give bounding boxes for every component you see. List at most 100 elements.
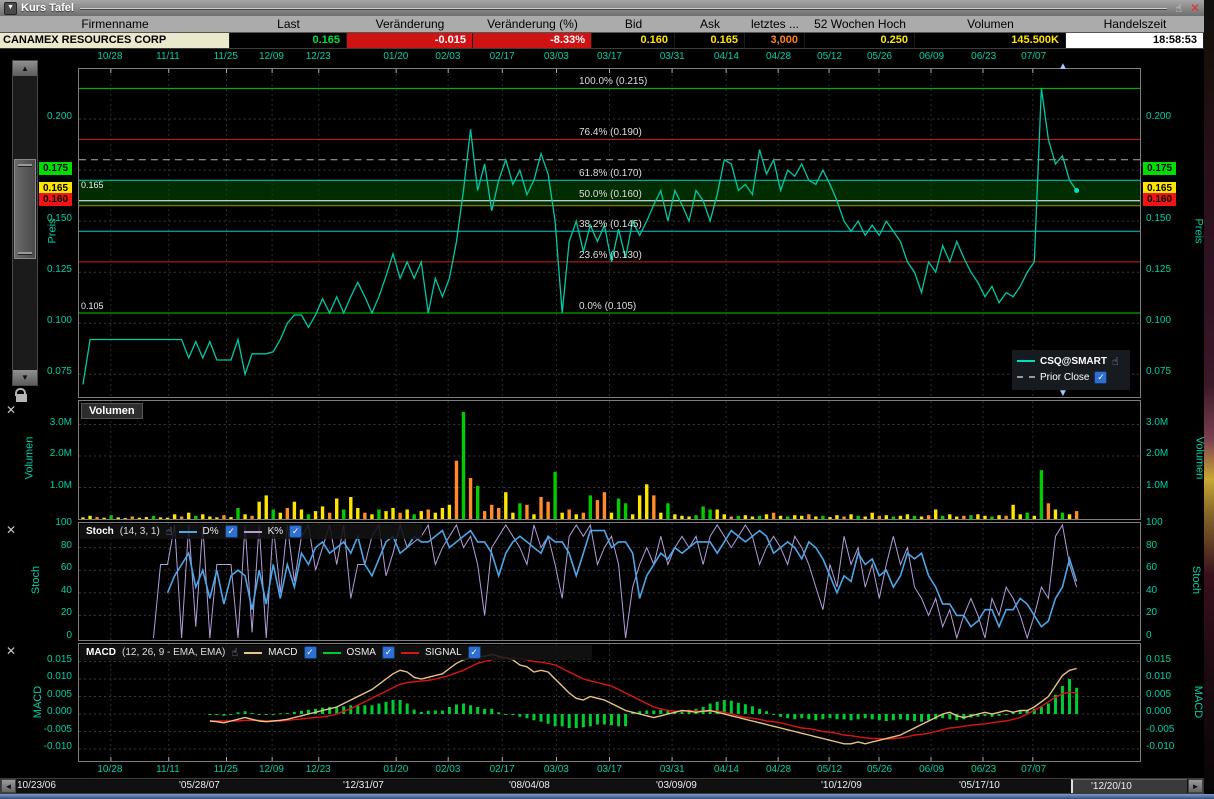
k-line-swatch: [244, 531, 262, 533]
macd-panel-close-icon[interactable]: ✕: [6, 644, 16, 658]
bottom-date-tick: 12/23: [298, 764, 338, 775]
signal-label: SIGNAL: [425, 647, 462, 658]
window-titlebar[interactable]: ▼ Kurs Tafel ☝ ✕: [0, 0, 1204, 16]
price-series-svg: [79, 69, 1140, 397]
stoch-tick-left: 20: [44, 607, 72, 619]
timeline-left-icon[interactable]: ◄: [1, 779, 16, 793]
macd-tick-left: 0.005: [30, 689, 72, 701]
stoch-panel-header: Stoch (14, 3, 1) ☝ D% ✓ K% ✓: [80, 524, 422, 539]
thumb-grip: [18, 164, 32, 166]
d-line-swatch: [179, 531, 197, 533]
value-chgpct: -8.33%: [473, 33, 592, 48]
stoch-params: (14, 3, 1): [120, 526, 160, 537]
top-date-tick: 11/25: [206, 51, 246, 62]
timeline-scrollbar[interactable]: ◄ '12/20/10 ► 10/23/06'05/28/07'12/31/07…: [0, 778, 1204, 794]
fib-level-label: 50.0% (0.160): [579, 189, 642, 200]
prior-close-swatch: [1017, 376, 1035, 378]
value-vol: 145.500K: [915, 33, 1066, 48]
stoch-tick-left: 40: [44, 585, 72, 597]
price-vertical-scrollbar[interactable]: ▲ ▼: [12, 60, 38, 386]
pan-up-icon[interactable]: ▲: [1058, 62, 1068, 72]
price-tick-left: 0.075: [38, 366, 72, 378]
scroll-down-icon[interactable]: ▼: [13, 370, 37, 385]
header-chgpct[interactable]: Veränderung (%): [473, 16, 592, 32]
stoch-tick-left: 60: [44, 562, 72, 574]
header-bid[interactable]: Bid: [592, 16, 675, 32]
macd-axis-name-right: MACD: [1192, 686, 1204, 718]
bottom-date-tick: 06/23: [964, 764, 1004, 775]
macd-tick-right: -0.010: [1146, 741, 1188, 753]
d-label: D%: [203, 526, 219, 537]
price-tick-right: 0.200: [1146, 111, 1180, 123]
scrollbar-thumb[interactable]: [14, 159, 36, 259]
k-checkbox[interactable]: ✓: [289, 525, 302, 538]
stoch-tick-left: 0: [44, 630, 72, 642]
prior-close-label: Prior Close: [1040, 372, 1089, 383]
header-chg[interactable]: Veränderung: [347, 16, 473, 32]
price-legend: CSQ@SMART ☝ Prior Close ✓: [1012, 350, 1130, 390]
price-tick-right: 0.100: [1146, 315, 1180, 327]
timeline-right-icon[interactable]: ►: [1188, 779, 1203, 793]
header-time[interactable]: Handelszeit: [1066, 16, 1204, 32]
bottom-date-tick: 02/17: [482, 764, 522, 775]
header-last[interactable]: Last: [230, 16, 347, 32]
price-badge-right: 0.175: [1143, 162, 1176, 175]
stoch-tick-right: 100: [1146, 517, 1174, 529]
top-date-tick: 07/07: [1014, 51, 1054, 62]
header-ask[interactable]: Ask: [675, 16, 745, 32]
scroll-up-icon[interactable]: ▲: [13, 61, 37, 76]
header-letztes[interactable]: letztes ...: [745, 16, 805, 32]
timeline-date-label: '05/17/10: [959, 780, 1000, 791]
fib-level-label: 61.8% (0.170): [579, 168, 642, 179]
close-icon[interactable]: ✕: [1190, 2, 1200, 14]
top-date-tick: 05/26: [860, 51, 900, 62]
bottom-date-tick: 04/14: [706, 764, 746, 775]
value-time: 18:58:53: [1066, 33, 1204, 48]
header-vol[interactable]: Volumen: [915, 16, 1066, 32]
window-bottom-border: [0, 794, 1214, 799]
fib-level-label: 23.6% (0.130): [579, 250, 642, 261]
price-tick-right: 0.150: [1146, 213, 1180, 225]
d-checkbox[interactable]: ✓: [225, 525, 238, 538]
lock-icon[interactable]: [15, 388, 29, 402]
pan-down-icon[interactable]: ▼: [1058, 389, 1068, 399]
signal-checkbox[interactable]: ✓: [468, 646, 481, 659]
stoch-axis-name-left: Stoch: [30, 566, 42, 594]
window-title: Kurs Tafel: [21, 2, 74, 14]
stoch-chart[interactable]: Stoch (14, 3, 1) ☝ D% ✓ K% ✓: [78, 522, 1141, 641]
bottom-date-tick: 12/09: [251, 764, 291, 775]
macd-hand-icon[interactable]: ☝: [231, 646, 238, 659]
macd-checkbox[interactable]: ✓: [304, 646, 317, 659]
stoch-hand-icon[interactable]: ☝: [166, 525, 173, 538]
bottom-date-tick: 06/09: [912, 764, 952, 775]
value-ask: 0.165: [675, 33, 745, 48]
macd-tick-left: -0.010: [30, 741, 72, 753]
header-name[interactable]: Firmenname: [0, 16, 230, 32]
value-chg: -0.015: [347, 33, 473, 48]
drag-hand-icon[interactable]: ☝: [1175, 2, 1182, 15]
desktop-edge-strip: [1204, 0, 1214, 799]
stoch-tick-right: 20: [1146, 607, 1174, 619]
fib-level-label: 76.4% (0.190): [579, 127, 642, 138]
legend-hand-icon[interactable]: ☝: [1112, 355, 1119, 368]
bottom-date-tick: 04/28: [759, 764, 799, 775]
value-bid: 0.160: [592, 33, 675, 48]
bottom-date-tick: 03/31: [652, 764, 692, 775]
macd-chart[interactable]: MACD (12, 26, 9 - EMA, EMA) ☝ MACD ✓ OSM…: [78, 643, 1141, 762]
price-tick-left: 0.125: [38, 264, 72, 276]
value-letztes: 3,000: [745, 33, 805, 48]
bottom-date-tick: 05/26: [860, 764, 900, 775]
quote-row[interactable]: CANAMEX RESOURCES CORP0.165-0.015-8.33%0…: [0, 33, 1204, 48]
price-chart[interactable]: 100.0% (0.215)76.4% (0.190)61.8% (0.170)…: [78, 68, 1141, 398]
macd-line-swatch: [244, 652, 262, 654]
bottom-date-tick: 05/12: [810, 764, 850, 775]
header-wk52[interactable]: 52 Wochen Hoch: [805, 16, 915, 32]
timeline-thumb[interactable]: '12/20/10: [1071, 779, 1187, 793]
volume-chart[interactable]: Volumen: [78, 400, 1141, 520]
prior-close-checkbox[interactable]: ✓: [1094, 371, 1107, 384]
stoch-panel-close-icon[interactable]: ✕: [6, 523, 16, 537]
collapse-icon[interactable]: ▼: [4, 2, 17, 15]
macd-tick-left: 0.010: [30, 671, 72, 683]
osma-checkbox[interactable]: ✓: [382, 646, 395, 659]
volume-panel-close-icon[interactable]: ✕: [6, 403, 16, 417]
